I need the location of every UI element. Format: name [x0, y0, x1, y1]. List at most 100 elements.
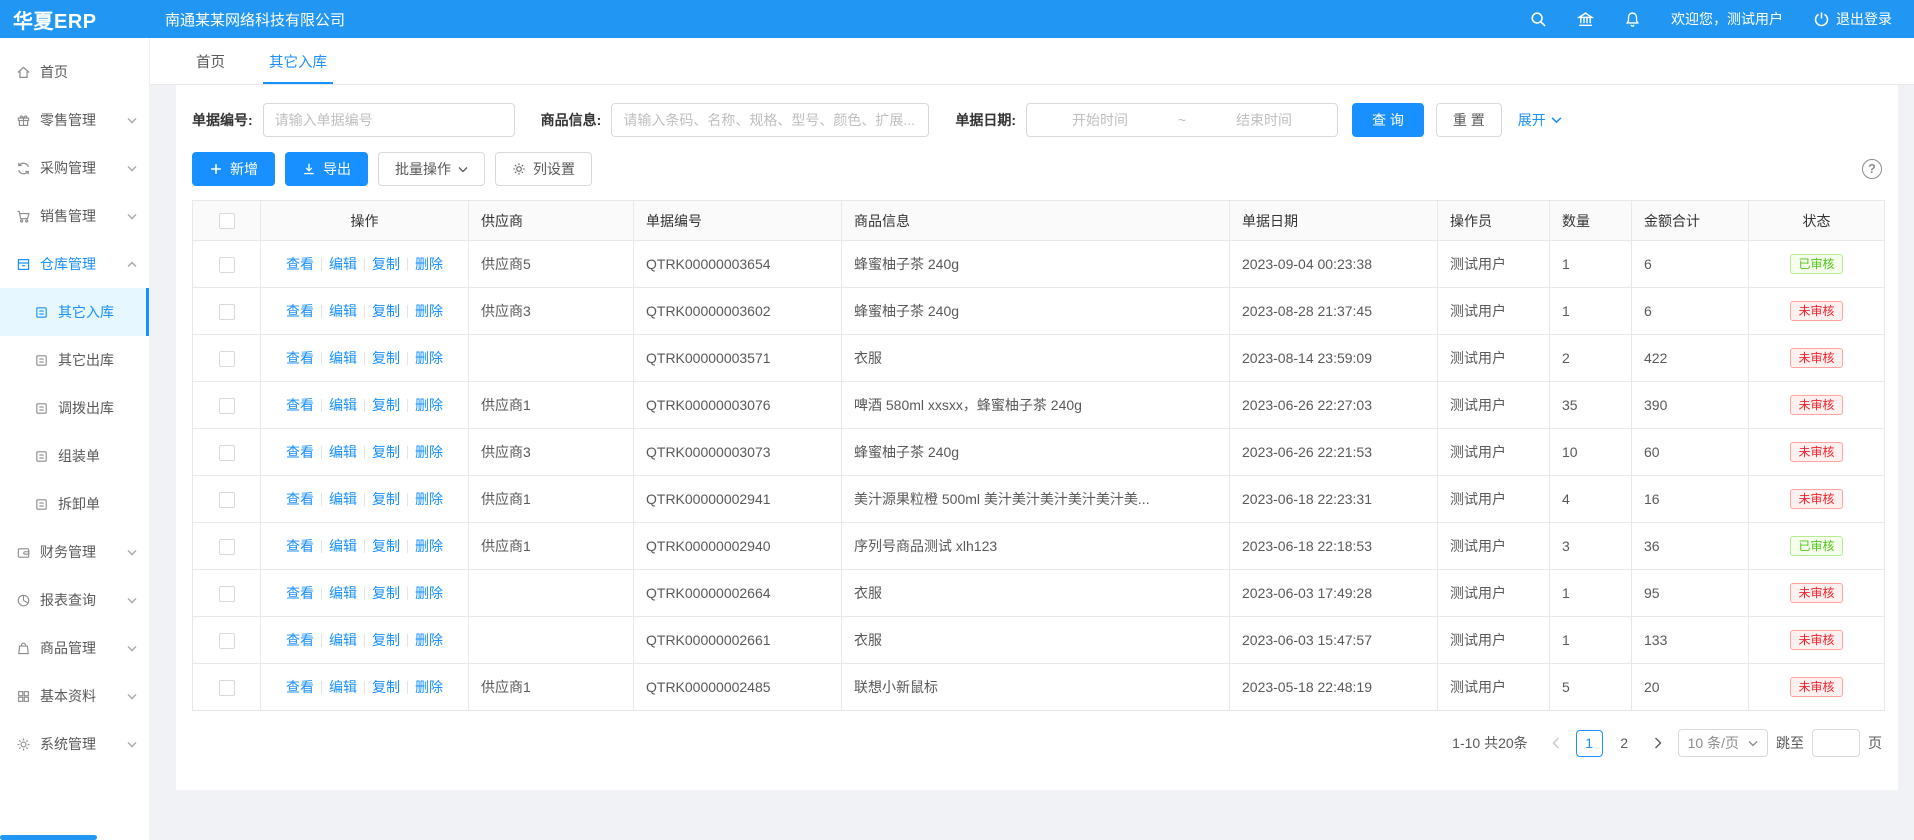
- delete-link[interactable]: 删除: [415, 444, 443, 460]
- date-start-placeholder[interactable]: 开始时间: [1027, 110, 1173, 130]
- row-checkbox[interactable]: [219, 492, 235, 508]
- date-end-placeholder[interactable]: 结束时间: [1191, 110, 1337, 130]
- help-icon[interactable]: ?: [1862, 159, 1882, 179]
- column-settings-button[interactable]: 列设置: [495, 152, 592, 186]
- sidebar-item-basic-data[interactable]: 基本资料: [0, 672, 149, 720]
- edit-link[interactable]: 编辑: [329, 256, 357, 272]
- logout-button[interactable]: 退出登录: [1813, 9, 1892, 29]
- sidebar-item-disassembly[interactable]: 拆卸单: [0, 480, 149, 528]
- row-checkbox[interactable]: [219, 586, 235, 602]
- row-checkbox[interactable]: [219, 304, 235, 320]
- next-page-button[interactable]: [1646, 730, 1670, 756]
- copy-link[interactable]: 复制: [372, 491, 400, 507]
- reset-button[interactable]: 重 置: [1436, 103, 1502, 137]
- date-range-input[interactable]: 开始时间 ~ 结束时间: [1026, 103, 1338, 137]
- row-checkbox[interactable]: [219, 257, 235, 273]
- edit-link[interactable]: 编辑: [329, 303, 357, 319]
- delete-link[interactable]: 删除: [415, 303, 443, 319]
- view-link[interactable]: 查看: [286, 679, 314, 695]
- view-link[interactable]: 查看: [286, 444, 314, 460]
- sidebar-item-home[interactable]: 首页: [0, 48, 149, 96]
- view-link[interactable]: 查看: [286, 491, 314, 507]
- copy-link[interactable]: 复制: [372, 538, 400, 554]
- product-info-cell: 美汁源果粒橙 500ml 美汁美汁美汁美汁美汁美...: [842, 476, 1230, 523]
- edit-link[interactable]: 编辑: [329, 491, 357, 507]
- delete-link[interactable]: 删除: [415, 491, 443, 507]
- edit-link[interactable]: 编辑: [329, 350, 357, 366]
- view-link[interactable]: 查看: [286, 585, 314, 601]
- sidebar-item-transfer-outbound[interactable]: 调拨出库: [0, 384, 149, 432]
- copy-link[interactable]: 复制: [372, 256, 400, 272]
- batch-operations-button[interactable]: 批量操作: [378, 152, 485, 186]
- delete-link[interactable]: 删除: [415, 632, 443, 648]
- edit-link[interactable]: 编辑: [329, 538, 357, 554]
- prev-page-button[interactable]: [1544, 730, 1568, 756]
- add-button[interactable]: 新增: [192, 152, 275, 186]
- view-link[interactable]: 查看: [286, 256, 314, 272]
- sidebar-item-products[interactable]: 商品管理: [0, 624, 149, 672]
- supplier-cell: 供应商1: [469, 382, 634, 429]
- sidebar-item-system[interactable]: 系统管理: [0, 720, 149, 768]
- edit-link[interactable]: 编辑: [329, 397, 357, 413]
- edit-link[interactable]: 编辑: [329, 632, 357, 648]
- delete-link[interactable]: 删除: [415, 397, 443, 413]
- copy-link[interactable]: 复制: [372, 632, 400, 648]
- sidebar-item-other-outbound[interactable]: 其它出库: [0, 336, 149, 384]
- bank-icon[interactable]: [1577, 11, 1594, 28]
- row-checkbox[interactable]: [219, 398, 235, 414]
- bell-icon[interactable]: [1624, 11, 1641, 28]
- delete-link[interactable]: 删除: [415, 256, 443, 272]
- page-number-2[interactable]: 2: [1611, 730, 1638, 757]
- sidebar-item-sales[interactable]: 销售管理: [0, 192, 149, 240]
- search-button[interactable]: 查 询: [1352, 103, 1424, 137]
- delete-link[interactable]: 删除: [415, 679, 443, 695]
- page-size-select[interactable]: 10 条/页: [1678, 729, 1768, 757]
- sidebar-item-other-inbound[interactable]: 其它入库: [0, 288, 149, 336]
- col-header-order-date: 单据日期: [1230, 201, 1438, 241]
- delete-link[interactable]: 删除: [415, 585, 443, 601]
- view-link[interactable]: 查看: [286, 303, 314, 319]
- horizontal-scrollbar-thumb[interactable]: [0, 835, 97, 840]
- edit-link[interactable]: 编辑: [329, 679, 357, 695]
- sidebar-item-reports[interactable]: 报表查询: [0, 576, 149, 624]
- sidebar-item-finance[interactable]: 财务管理: [0, 528, 149, 576]
- row-checkbox[interactable]: [219, 680, 235, 696]
- sidebar-item-warehouse[interactable]: 仓库管理: [0, 240, 149, 288]
- copy-link[interactable]: 复制: [372, 679, 400, 695]
- order-date-cell: 2023-08-28 21:37:45: [1230, 288, 1438, 335]
- copy-link[interactable]: 复制: [372, 585, 400, 601]
- delete-link[interactable]: 删除: [415, 350, 443, 366]
- search-icon[interactable]: [1530, 11, 1547, 28]
- copy-link[interactable]: 复制: [372, 444, 400, 460]
- copy-link[interactable]: 复制: [372, 397, 400, 413]
- view-link[interactable]: 查看: [286, 632, 314, 648]
- product-info-input[interactable]: [611, 103, 929, 137]
- delete-link[interactable]: 删除: [415, 538, 443, 554]
- tab-other-inbound[interactable]: 其它入库: [269, 38, 327, 84]
- row-checkbox[interactable]: [219, 351, 235, 367]
- quantity-cell: 2: [1550, 335, 1632, 382]
- view-link[interactable]: 查看: [286, 397, 314, 413]
- copy-link[interactable]: 复制: [372, 303, 400, 319]
- copy-link[interactable]: 复制: [372, 350, 400, 366]
- sidebar-item-label: 首页: [40, 62, 68, 82]
- sidebar-item-assembly[interactable]: 组装单: [0, 432, 149, 480]
- order-no-input[interactable]: [263, 103, 515, 137]
- page-number-1[interactable]: 1: [1576, 730, 1603, 757]
- expand-link[interactable]: 展开: [1518, 110, 1562, 130]
- export-button[interactable]: 导出: [285, 152, 368, 186]
- jump-to-page-input[interactable]: [1812, 729, 1860, 757]
- row-checkbox[interactable]: [219, 633, 235, 649]
- row-checkbox[interactable]: [219, 445, 235, 461]
- sidebar-item-retail[interactable]: 零售管理: [0, 96, 149, 144]
- view-link[interactable]: 查看: [286, 538, 314, 554]
- view-link[interactable]: 查看: [286, 350, 314, 366]
- chevron-down-icon: [127, 645, 137, 652]
- tab-home[interactable]: 首页: [196, 38, 225, 84]
- edit-link[interactable]: 编辑: [329, 585, 357, 601]
- sidebar-item-purchase[interactable]: 采购管理: [0, 144, 149, 192]
- edit-link[interactable]: 编辑: [329, 444, 357, 460]
- select-all-checkbox[interactable]: [219, 213, 235, 229]
- row-checkbox[interactable]: [219, 539, 235, 555]
- wallet-icon: [16, 545, 31, 560]
